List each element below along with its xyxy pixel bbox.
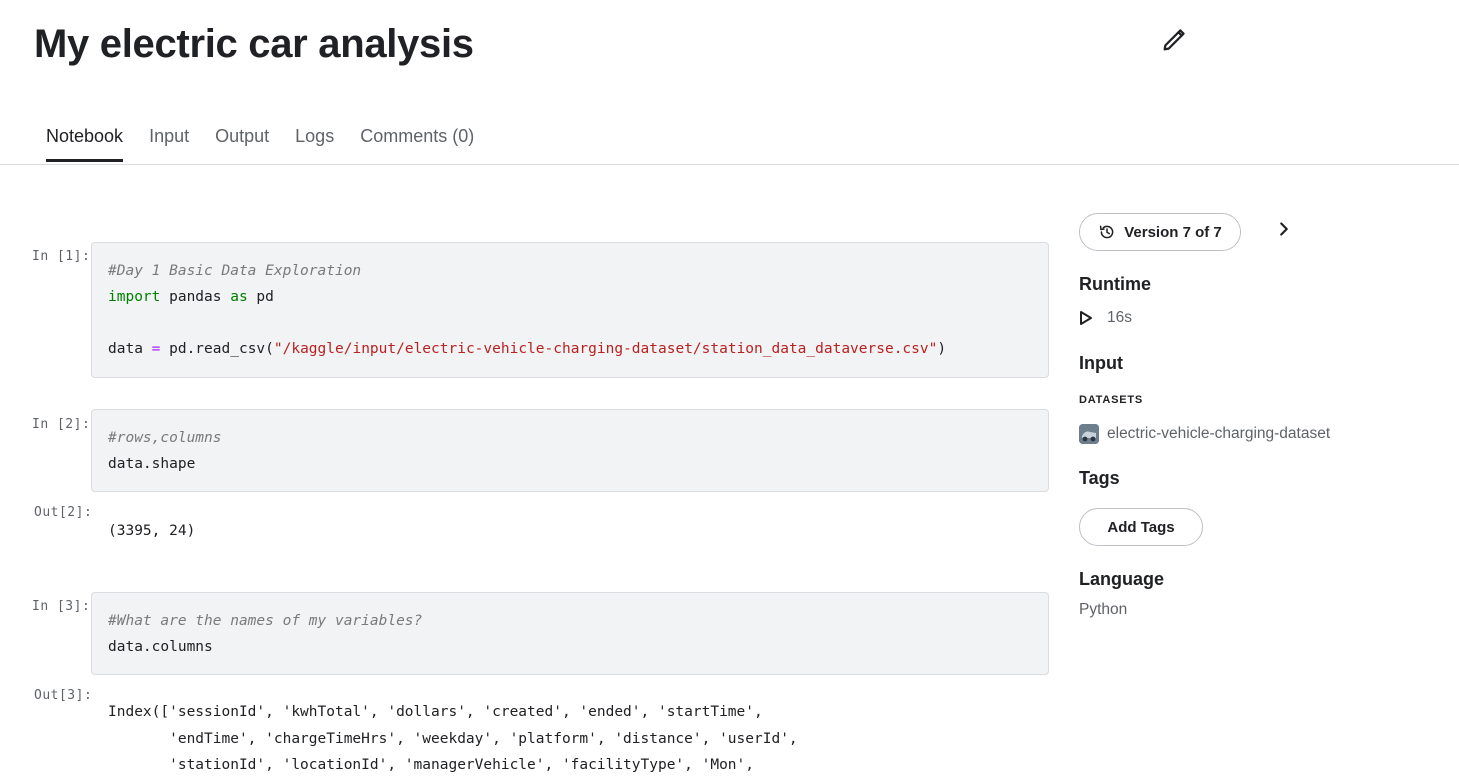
add-tags-button[interactable]: Add Tags [1079,508,1203,546]
code-line: #rows,columns [108,425,1032,451]
code-line: import pandas as pd [108,284,1032,310]
code-text: ) [937,341,947,357]
runtime-heading: Runtime [1079,274,1151,294]
history-icon [1100,225,1114,239]
output-line: Index(['sessionId', 'kwhTotal', 'dollars… [108,704,763,720]
tab-bar: Notebook Input Output Logs Comments (0) [34,126,474,162]
cell-3-output: Index(['sessionId', 'kwhTotal', 'dollars… [108,699,798,779]
tab-comments[interactable]: Comments (0) [360,126,474,161]
code-cell-1[interactable]: #Day 1 Basic Data Exploration import pan… [91,242,1049,378]
page-title: My electric car analysis [34,22,474,66]
pencil-icon [1163,29,1185,51]
code-text: pandas [160,289,231,305]
code-text: pd [247,289,274,305]
code-text: data.shape [108,456,196,472]
language-heading: Language [1079,569,1165,589]
tab-logs[interactable]: Logs [295,126,334,161]
chevron-right-icon [1280,222,1288,236]
code-text: pd.read_csv( [160,341,274,357]
code-text: data.columns [108,639,213,655]
next-version-button[interactable] [1273,218,1295,240]
code-line: data.columns [108,634,1032,660]
dataset-link[interactable]: electric-vehicle-charging-dataset [1079,424,1330,444]
play-icon [1080,311,1092,325]
tabs-divider [0,164,1459,165]
kernel-page: My electric car analysis Notebook Input … [0,0,1459,782]
output-line: 'stationId', 'locationId', 'managerVehic… [108,757,755,773]
code-text: data [108,341,152,357]
version-button[interactable]: Version 7 of 7 [1079,213,1241,251]
code-line: #What are the names of my variables? [108,608,1032,634]
code-cell-3[interactable]: #What are the names of my variables? dat… [91,592,1049,675]
datasets-label: DATASETS [1079,394,1144,406]
version-label: Version 7 of 7 [1124,223,1222,241]
code-comment: #Day 1 Basic Data Exploration [108,263,362,279]
runtime-row: 16s [1079,309,1132,327]
tab-output[interactable]: Output [215,126,269,161]
edit-title-button[interactable] [1160,26,1188,54]
code-keyword: import [108,289,161,305]
output-line: 'endTime', 'chargeTimeHrs', 'weekday', '… [108,730,798,747]
runtime-value: 16s [1107,309,1132,326]
code-keyword: as [230,289,248,305]
dataset-name: electric-vehicle-charging-dataset [1107,425,1331,442]
code-comment: #rows,columns [108,430,222,446]
code-string: "/kaggle/input/electric-vehicle-charging… [273,341,938,357]
code-line: data.shape [108,451,1032,477]
code-line: #Day 1 Basic Data Exploration [108,258,1032,284]
output-line: (3395, 24) [108,523,196,539]
tab-input[interactable]: Input [149,126,189,161]
tags-heading: Tags [1079,468,1120,488]
tab-notebook[interactable]: Notebook [46,126,124,162]
cell-2-output: (3395, 24) [108,518,195,545]
input-heading: Input [1079,353,1123,373]
code-line: data = pd.read_csv("/kaggle/input/electr… [108,336,1032,362]
dataset-thumbnail [1079,424,1099,444]
language-value: Python [1079,601,1128,618]
code-cell-2[interactable]: #rows,columns data.shape [91,409,1049,492]
code-comment: #What are the names of my variables? [108,613,423,629]
